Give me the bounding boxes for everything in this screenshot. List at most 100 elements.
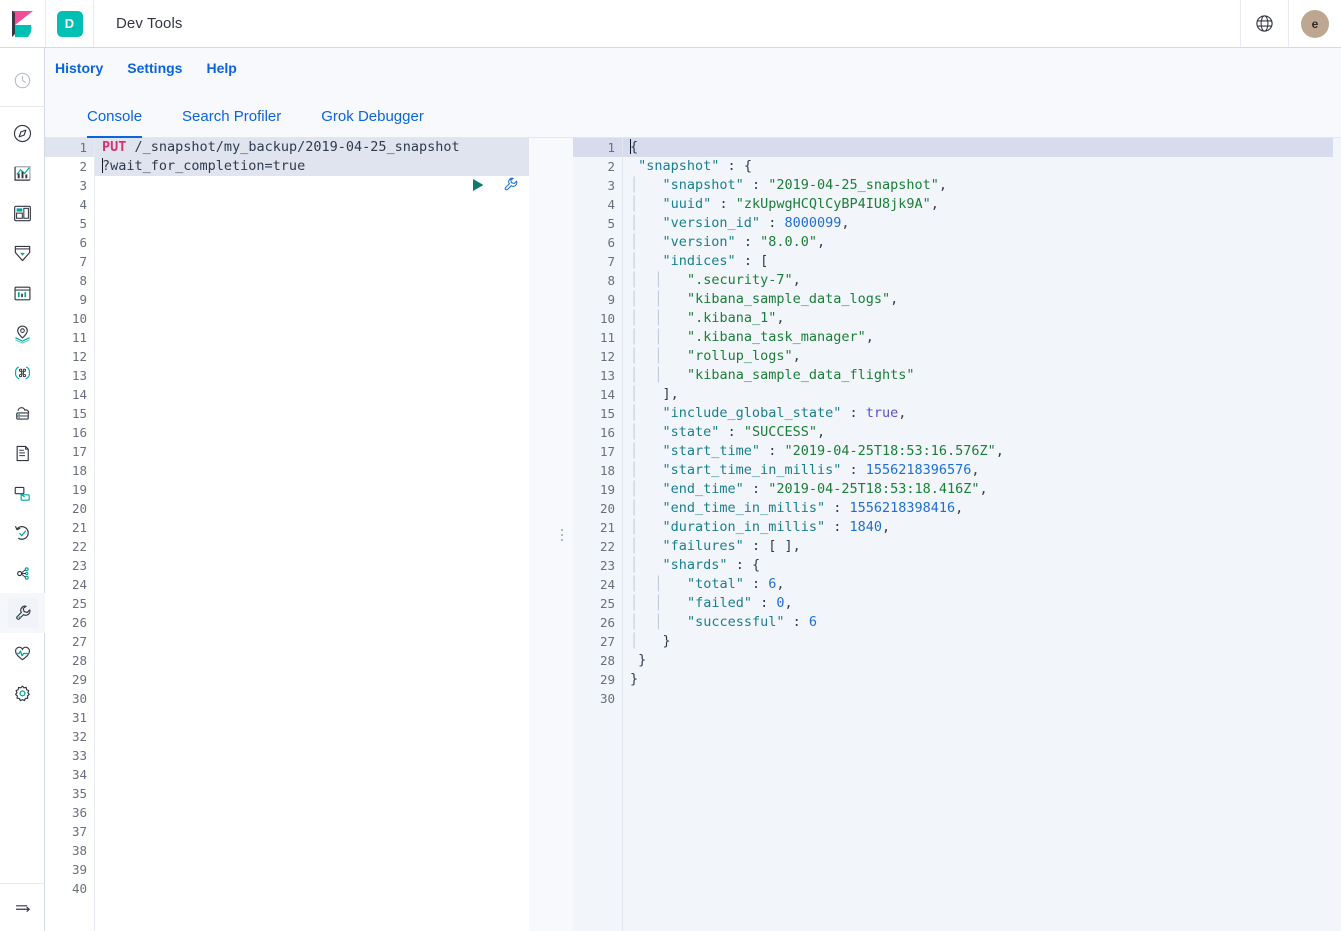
- tab-console[interactable]: Console: [67, 108, 162, 137]
- collapse-nav-button[interactable]: [0, 883, 45, 931]
- recently-viewed-icon: [13, 71, 32, 90]
- json-separator: :: [736, 234, 760, 250]
- help-globe-icon[interactable]: [1241, 0, 1289, 47]
- response-line-number: 5: [573, 214, 622, 233]
- json-key: "end_time_in_millis": [663, 500, 826, 516]
- response-line-number: 30: [573, 689, 622, 708]
- request-path: [126, 139, 134, 155]
- avatar[interactable]: e: [1289, 0, 1341, 47]
- response-line: │ "indices" : [: [623, 252, 1341, 271]
- sidebar-item-machine-learning[interactable]: [0, 353, 45, 393]
- json-value: 1556218398416: [849, 500, 955, 516]
- response-line: │ │ "kibana_sample_data_flights": [623, 366, 1341, 385]
- sidebar-item-visualize[interactable]: [0, 153, 45, 193]
- global-header: D Dev Tools e: [0, 0, 1341, 48]
- sidebar-item-recently-viewed[interactable]: [0, 60, 45, 100]
- sidebar-item-graph[interactable]: [0, 553, 45, 593]
- sidebar-item-canvas[interactable]: [0, 233, 45, 273]
- json-value: "kibana_sample_data_logs": [687, 291, 890, 307]
- primary-nav: [0, 48, 45, 931]
- indent-guide: │: [630, 576, 638, 592]
- json-key: "version_id": [663, 215, 761, 231]
- json-bracket: }: [663, 633, 671, 649]
- response-editor[interactable]: 1▾2▾34567▾891011121314▴15161718192021222…: [573, 138, 1341, 931]
- panel-resize-handle[interactable]: [551, 138, 573, 931]
- indent-guide: │: [630, 348, 638, 364]
- wrench-docs-icon[interactable]: [502, 176, 519, 193]
- json-value: true: [866, 405, 899, 421]
- app-badge[interactable]: D: [46, 0, 94, 47]
- request-line-number: 36: [45, 803, 94, 822]
- tab-search-profiler[interactable]: Search Profiler: [162, 108, 301, 137]
- json-value: "2019-04-25T18:53:16.576Z": [784, 443, 995, 459]
- json-value: "rollup_logs": [687, 348, 793, 364]
- sidebar-item-dashboard[interactable]: [0, 193, 45, 233]
- indent-guide: │: [654, 329, 662, 345]
- request-line-number: 19: [45, 480, 94, 499]
- response-line-number: 9: [573, 290, 622, 309]
- sidebar-item-dev-tools-box: [8, 598, 38, 628]
- request-editor-pane: 1234567891011121314151617181920212223242…: [45, 138, 551, 931]
- response-line-number: 21: [573, 518, 622, 537]
- indent-guide: │: [630, 481, 638, 497]
- json-comma: ,: [776, 310, 784, 326]
- maps-icon: [12, 323, 33, 344]
- json-key: "snapshot": [663, 177, 744, 193]
- resize-grip-icon: [561, 529, 563, 541]
- sidebar-item-uptime[interactable]: [0, 473, 45, 513]
- wrench-icon: [13, 603, 33, 623]
- indent-guide: │: [654, 614, 662, 630]
- response-line-number: 24: [573, 575, 622, 594]
- json-separator: :: [825, 519, 849, 535]
- indent-guide: │: [630, 538, 638, 554]
- request-editor[interactable]: 1234567891011121314151617181920212223242…: [45, 138, 551, 931]
- tab-grok-debugger[interactable]: Grok Debugger: [301, 108, 444, 137]
- play-run-icon[interactable]: [470, 177, 486, 193]
- sidebar-item-discover[interactable]: [0, 113, 45, 153]
- request-line-number: 28: [45, 651, 94, 670]
- menu-item-settings[interactable]: Settings: [127, 60, 182, 76]
- json-bracket: {: [752, 557, 760, 573]
- sidebar-item-maps[interactable]: [0, 313, 45, 353]
- json-value: 6: [809, 614, 817, 630]
- sidebar-item-logs[interactable]: [0, 393, 45, 433]
- sidebar-item-infrastructure[interactable]: [0, 273, 45, 313]
- indent-guide: │: [630, 500, 638, 516]
- dashboard-icon: [12, 203, 33, 224]
- indent-guide: │: [654, 367, 662, 383]
- json-separator: :: [744, 576, 768, 592]
- json-comma: ,: [955, 500, 963, 516]
- sidebar-item-dev-tools[interactable]: [0, 593, 45, 633]
- request-right-strip: [529, 138, 551, 931]
- response-line: │ ],: [623, 385, 1341, 404]
- json-bracket: {: [744, 158, 752, 174]
- sidebar-item-siem[interactable]: [0, 513, 45, 553]
- indent-guide: │: [654, 576, 662, 592]
- http-method: PUT: [102, 139, 126, 155]
- request-code[interactable]: PUT /_snapshot/my_backup/2019-04-25_snap…: [95, 138, 551, 931]
- response-line-number: 19: [573, 480, 622, 499]
- gear-icon: [12, 683, 33, 704]
- menu-item-history[interactable]: History: [55, 60, 103, 76]
- json-comma: ,: [785, 595, 793, 611]
- json-comma: ,: [817, 234, 825, 250]
- indent-guide: │: [630, 215, 638, 231]
- sidebar-item-management[interactable]: [0, 673, 45, 713]
- kibana-dev-tools-window: D Dev Tools e: [0, 0, 1341, 931]
- indent-guide: │: [630, 424, 638, 440]
- indent-guide: │: [630, 329, 638, 345]
- response-line-number: 1▾: [573, 138, 622, 157]
- response-gutter: 1▾2▾34567▾891011121314▴15161718192021222…: [573, 138, 623, 931]
- request-line-number: 39: [45, 860, 94, 879]
- sidebar-item-apm[interactable]: [0, 433, 45, 473]
- response-line: │ "end_time_in_millis" : 1556218398416,: [623, 499, 1341, 518]
- response-line-number: 3: [573, 176, 622, 195]
- request-path-value: /_snapshot/my_backup/2019-04-25_snapshot: [135, 139, 460, 155]
- menu-item-help[interactable]: Help: [206, 60, 236, 76]
- sidebar-item-stack-monitoring[interactable]: [0, 633, 45, 673]
- kibana-logo[interactable]: [0, 0, 46, 47]
- request-line-number: 12: [45, 347, 94, 366]
- json-separator: :: [825, 500, 849, 516]
- response-line: }: [623, 651, 1341, 670]
- response-code[interactable]: { "snapshot" : {│ "snapshot" : "2019-04-…: [623, 138, 1341, 931]
